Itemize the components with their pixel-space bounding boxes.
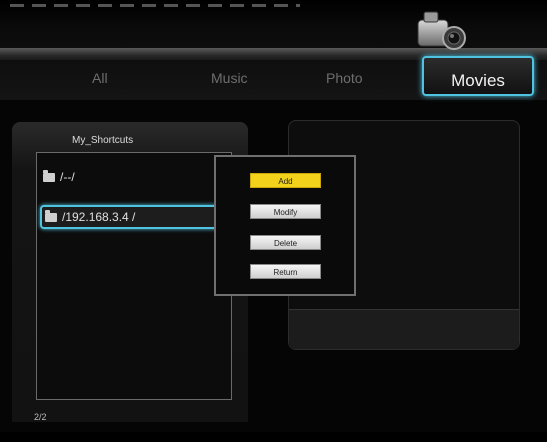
list-item-label: /192.168.3.4 /	[62, 210, 136, 224]
list-item[interactable]: /--/	[43, 167, 75, 187]
header-decoration	[10, 4, 300, 7]
tab-music[interactable]: Music	[211, 70, 248, 86]
tab-all[interactable]: All	[92, 70, 108, 86]
list-item-label: /--/	[60, 170, 75, 184]
context-menu: Add Modify Delete Return	[214, 155, 356, 296]
modify-button[interactable]: Modify	[250, 204, 321, 219]
shortcut-list: /--/ /192.168.3.4 /	[36, 152, 232, 400]
shortcuts-panel: My_Shortcuts /--/ /192.168.3.4 / 2/2	[12, 122, 248, 422]
bottom-strip	[0, 432, 547, 442]
info-strip	[289, 309, 519, 349]
tab-movies-label: Movies	[451, 71, 505, 90]
folder-icon	[43, 169, 55, 182]
panel-title: My_Shortcuts	[72, 135, 134, 146]
camcorder-icon	[417, 11, 466, 50]
top-header: All Music Photo Movies	[0, 0, 547, 100]
list-item-selected[interactable]: /192.168.3.4 /	[40, 205, 222, 229]
page-count: 2/2	[34, 412, 47, 422]
delete-button[interactable]: Delete	[250, 235, 321, 250]
folder-icon	[45, 209, 57, 222]
add-button[interactable]: Add	[250, 173, 321, 188]
return-button[interactable]: Return	[250, 264, 321, 279]
tab-photo[interactable]: Photo	[326, 70, 363, 86]
tab-movies[interactable]: Movies	[422, 56, 534, 96]
